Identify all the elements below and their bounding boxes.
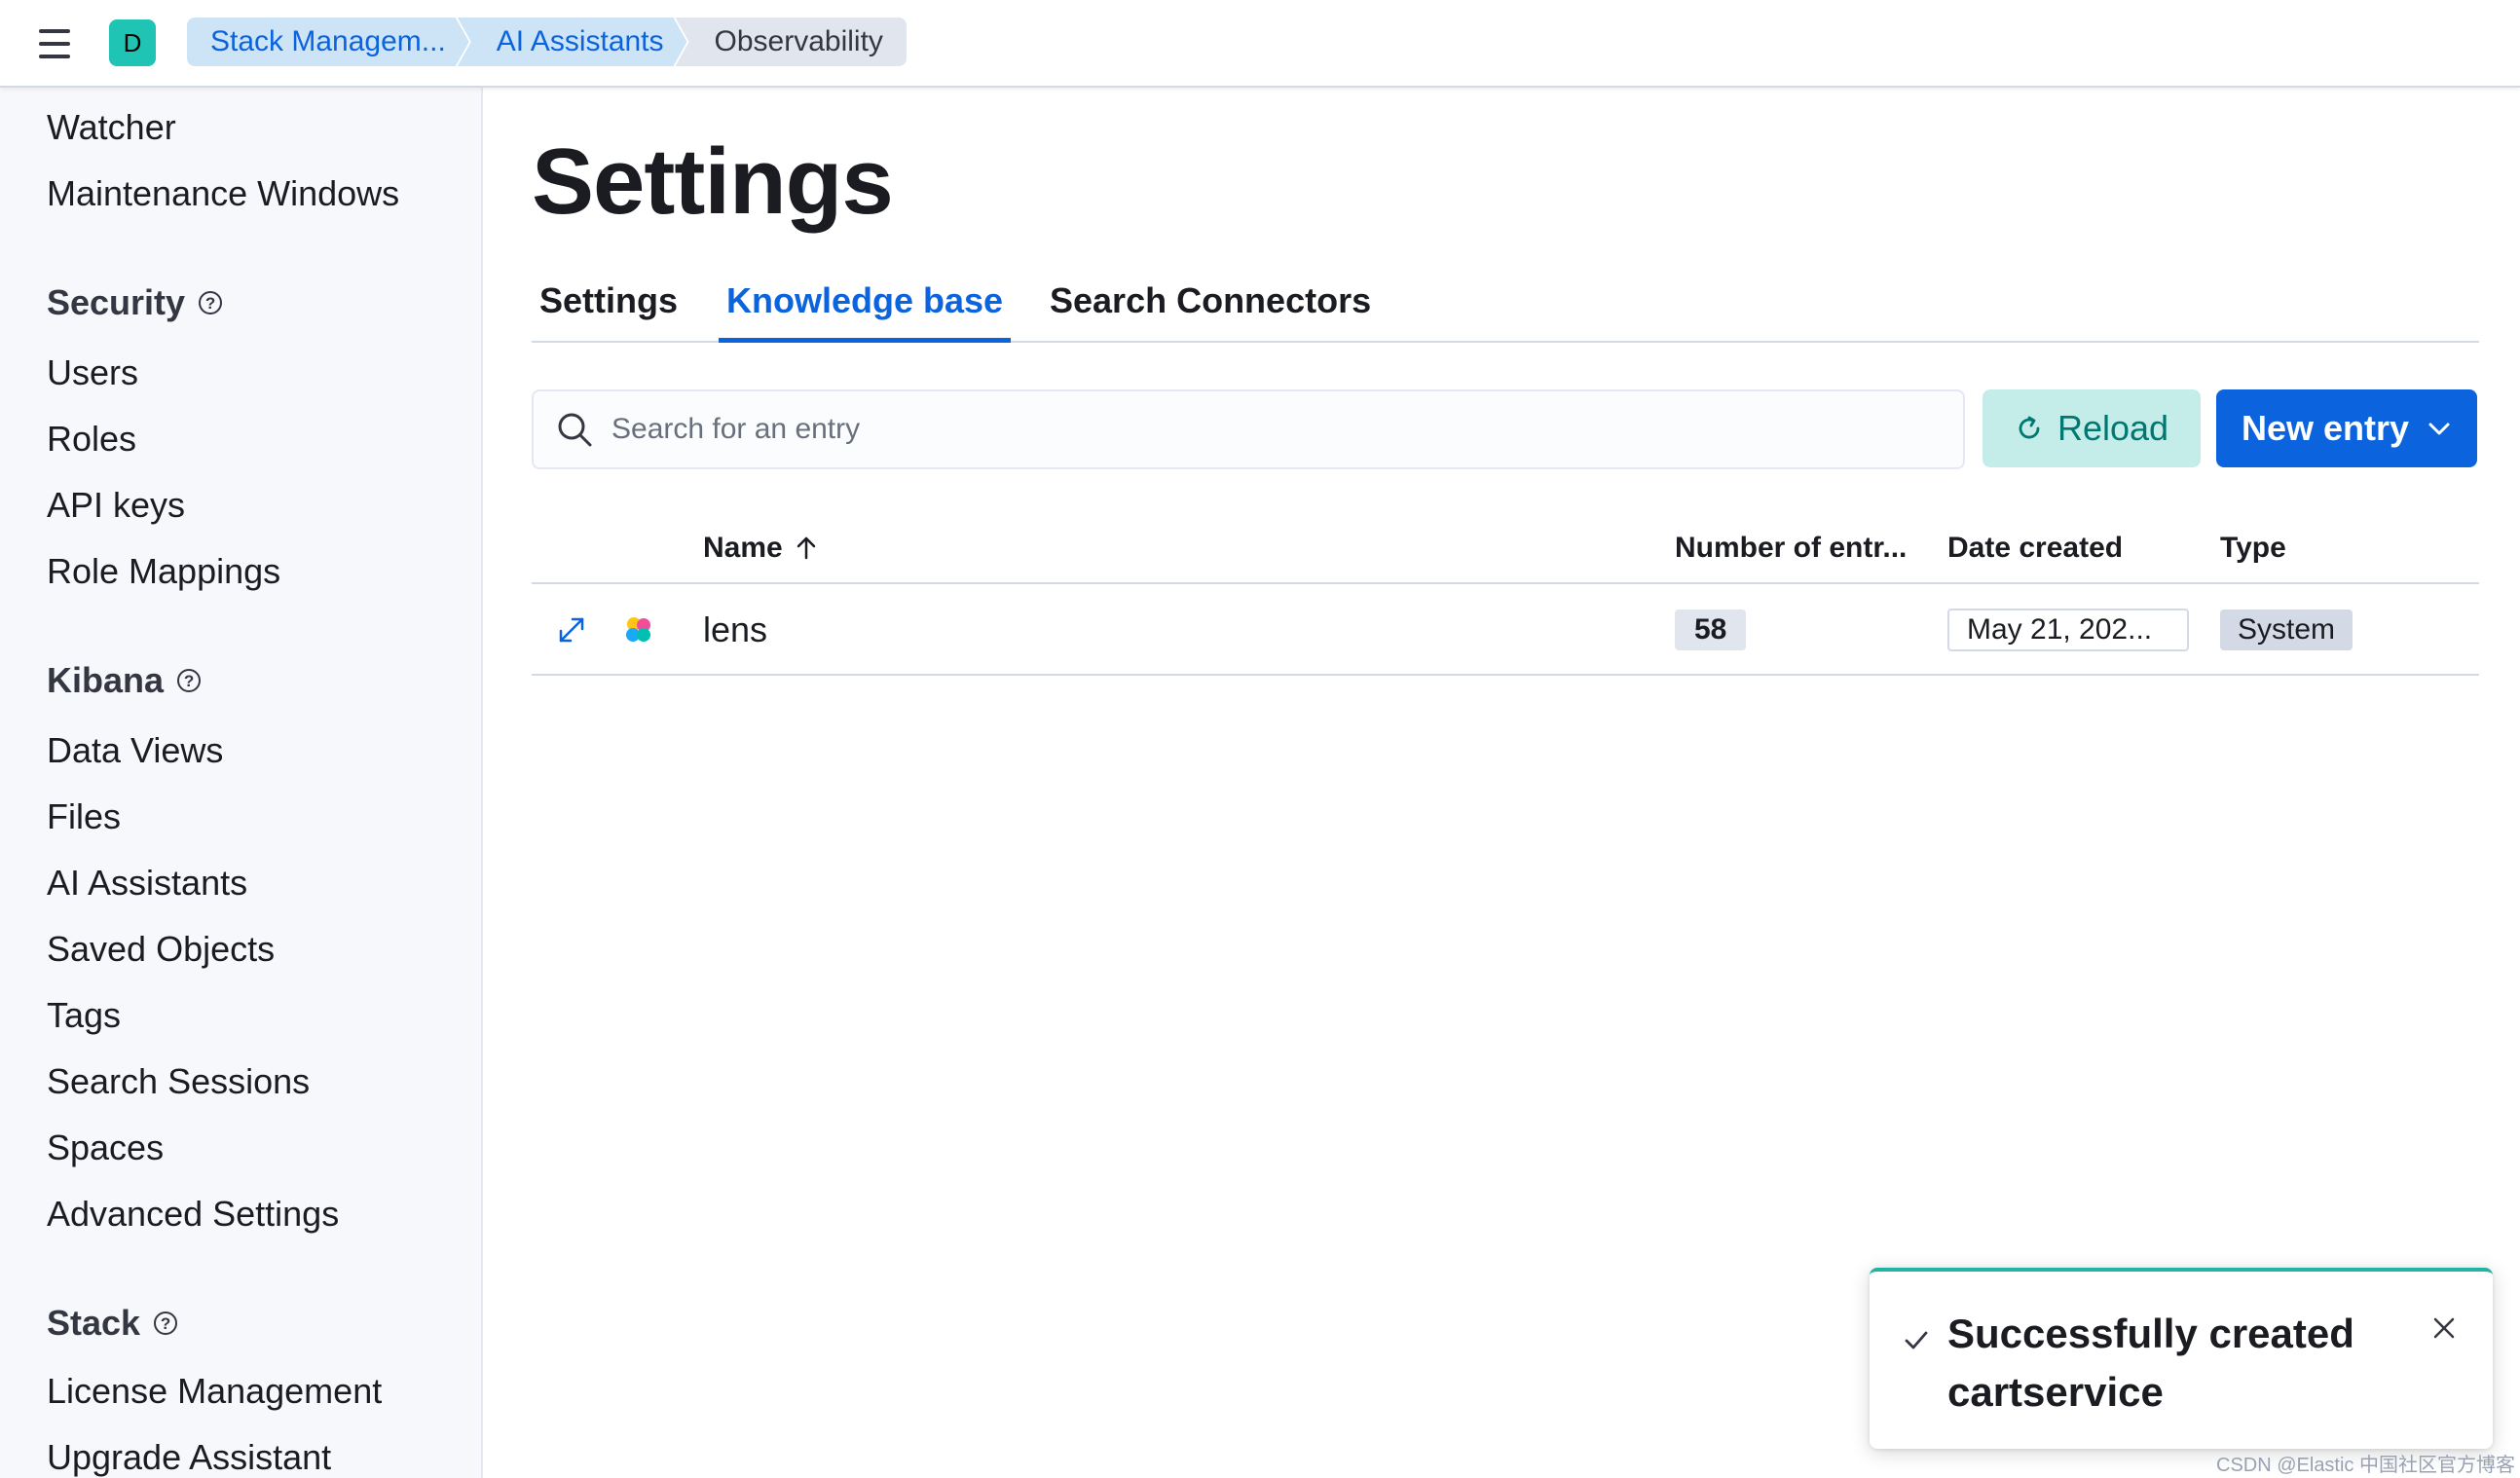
tab-search-connectors[interactable]: Search Connectors <box>1042 273 1379 343</box>
top-header: D Stack Managem... AI Assistants Observa… <box>0 0 2520 88</box>
column-header-type[interactable]: Type <box>2220 526 2286 571</box>
tab-bar: Settings Knowledge base Search Connector… <box>532 273 2479 343</box>
new-entry-button[interactable]: New entry <box>2216 389 2477 467</box>
sidebar-item-maintenance-windows[interactable]: Maintenance Windows <box>47 173 399 214</box>
toast-title: Successfully created cartservice <box>1947 1311 2354 1415</box>
sidebar-item-users[interactable]: Users <box>47 352 138 393</box>
sidebar-item-advanced-settings[interactable]: Advanced Settings <box>47 1194 339 1235</box>
close-icon[interactable] <box>2430 1314 2458 1342</box>
space-avatar[interactable]: D <box>109 19 156 66</box>
sidebar-heading-security: Security ? <box>47 282 223 323</box>
table-header: Name Number of entr... Date created Type <box>532 526 2479 584</box>
sidebar-item-spaces[interactable]: Spaces <box>47 1127 164 1168</box>
tab-settings[interactable]: Settings <box>532 273 686 343</box>
hamburger-menu-icon[interactable] <box>33 25 76 62</box>
watermark: CSDN @Elastic 中国社区官方博客 <box>2216 1455 2515 1476</box>
breadcrumb-stack-management[interactable]: Stack Managem... <box>187 18 469 66</box>
reload-button[interactable]: Reload <box>1983 389 2201 467</box>
sidebar-item-upgrade-assistant[interactable]: Upgrade Assistant <box>47 1437 331 1478</box>
sidebar-heading-label: Security <box>47 282 186 322</box>
sidebar-heading-label: Stack <box>47 1303 141 1343</box>
sidebar-heading-kibana: Kibana ? <box>47 660 202 701</box>
reload-button-label: Reload <box>2057 408 2169 448</box>
table-row: lens 58 May 21, 202... System <box>532 586 2479 676</box>
refresh-icon <box>2019 416 2040 439</box>
check-icon <box>1905 1331 1928 1349</box>
page-title: Settings <box>532 129 894 234</box>
sidebar-item-api-keys[interactable]: API keys <box>47 485 185 526</box>
sidebar-item-roles[interactable]: Roles <box>47 419 136 460</box>
sidebar-item-files[interactable]: Files <box>47 796 121 837</box>
tab-knowledge-base[interactable]: Knowledge base <box>719 273 1012 343</box>
sidebar-item-saved-objects[interactable]: Saved Objects <box>47 929 275 970</box>
sidebar-nav: Watcher Maintenance Windows Security ? U… <box>0 88 483 1478</box>
column-header-number-of-entries[interactable]: Number of entr... <box>1675 526 1907 571</box>
entry-count-badge: 58 <box>1675 610 1747 650</box>
search-icon <box>558 413 592 447</box>
sidebar-item-watcher[interactable]: Watcher <box>47 107 176 148</box>
help-icon[interactable]: ? <box>177 669 202 692</box>
column-header-date-created[interactable]: Date created <box>1947 526 2123 571</box>
new-entry-button-label: New entry <box>2241 408 2410 448</box>
sort-ascending-icon <box>797 536 815 560</box>
entry-type-badge: System <box>2220 610 2353 650</box>
chevron-down-icon <box>2428 423 2450 435</box>
success-toast: Successfully created cartservice <box>1870 1268 2493 1449</box>
entry-date-cell: May 21, 202... <box>1947 586 2189 674</box>
entry-type-cell: System <box>2220 586 2353 674</box>
help-icon[interactable]: ? <box>199 291 223 314</box>
column-header-label: Name <box>703 532 783 564</box>
breadcrumb: Stack Managem... AI Assistants Observabi… <box>187 18 907 66</box>
column-header-name[interactable]: Name <box>703 526 818 571</box>
sidebar-item-search-sessions[interactable]: Search Sessions <box>47 1061 310 1102</box>
elastic-logo-icon <box>621 586 656 674</box>
expand-row-button[interactable] <box>555 586 588 674</box>
sidebar-item-data-views[interactable]: Data Views <box>47 730 223 771</box>
search-field[interactable] <box>532 389 1965 469</box>
search-input[interactable] <box>611 413 1877 446</box>
entry-date-badge: May 21, 202... <box>1947 609 2189 651</box>
help-icon[interactable]: ? <box>154 1312 178 1335</box>
entry-count-cell: 58 <box>1675 586 1747 674</box>
entry-name[interactable]: lens <box>703 586 767 674</box>
breadcrumb-observability: Observability <box>675 18 907 66</box>
expand-icon <box>559 617 584 643</box>
sidebar-item-license-management[interactable]: License Management <box>47 1371 382 1412</box>
breadcrumb-ai-assistants[interactable]: AI Assistants <box>458 18 687 66</box>
sidebar-heading-label: Kibana <box>47 660 165 700</box>
sidebar-item-ai-assistants[interactable]: AI Assistants <box>47 863 247 904</box>
sidebar-item-role-mappings[interactable]: Role Mappings <box>47 551 280 592</box>
sidebar-heading-stack: Stack ? <box>47 1303 178 1344</box>
sidebar-item-tags[interactable]: Tags <box>47 995 121 1036</box>
